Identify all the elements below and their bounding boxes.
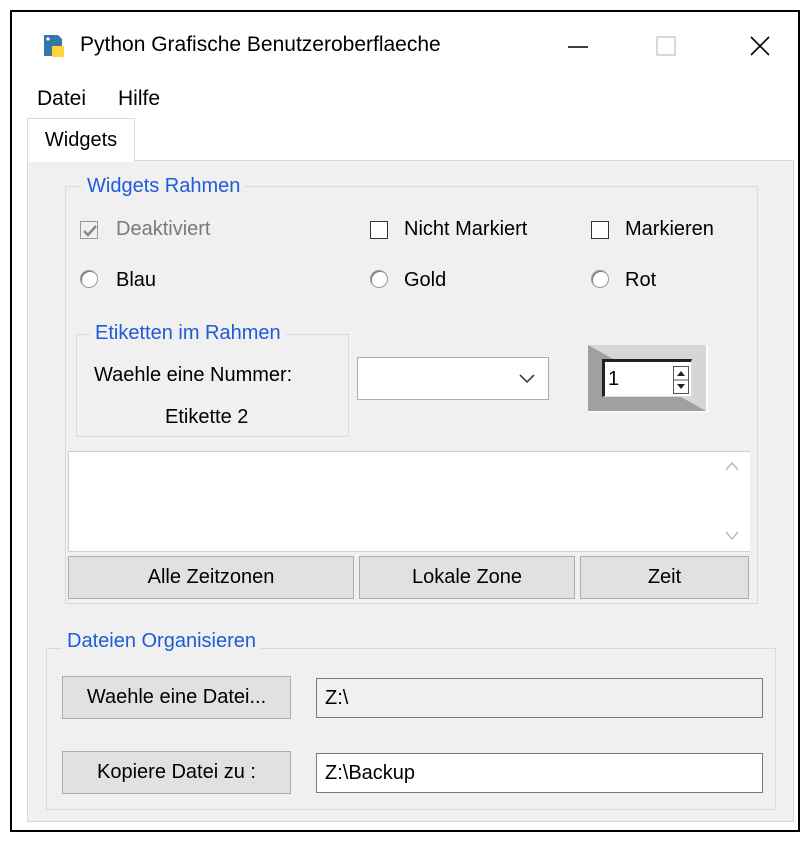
close-button[interactable]	[730, 26, 790, 66]
alle-zeitzonen-button[interactable]: Alle Zeitzonen	[68, 556, 354, 599]
deaktiviert-checkbox[interactable]	[80, 221, 98, 239]
checkmark-icon	[83, 225, 97, 237]
copy-file-button[interactable]: Kopiere Datei zu :	[62, 751, 291, 794]
waehle-nummer-label: Waehle eine Nummer:	[94, 364, 293, 386]
spinbox-frame: 1	[588, 345, 708, 412]
python-app-icon	[40, 32, 68, 60]
labels-frame-legend: Etiketten im Rahmen	[90, 322, 286, 345]
scrolled-text-area[interactable]	[68, 451, 750, 552]
scroll-up-icon[interactable]	[724, 460, 740, 472]
spinbox[interactable]: 1	[602, 359, 692, 397]
radio-rot-label: Rot	[625, 269, 657, 291]
radio-blau[interactable]	[80, 270, 98, 288]
radio-blau-label: Blau	[116, 269, 157, 291]
close-icon	[750, 36, 770, 56]
spin-up-down-icon	[673, 366, 689, 394]
copy-path-field[interactable]: Z:\Backup	[316, 753, 763, 793]
minimize-icon	[568, 46, 588, 48]
chevron-down-icon	[519, 374, 535, 384]
radio-gold-label: Gold	[404, 269, 447, 291]
lokale-zone-button[interactable]: Lokale Zone	[359, 556, 575, 599]
choose-path-field[interactable]: Z:\	[316, 678, 763, 718]
scroll-down-icon[interactable]	[724, 530, 740, 542]
choose-file-button[interactable]: Waehle eine Datei...	[62, 676, 291, 719]
number-combobox[interactable]	[357, 357, 549, 400]
tab-widgets[interactable]: Widgets	[27, 118, 135, 162]
radio-gold[interactable]	[370, 270, 388, 288]
markieren-label: Markieren	[625, 218, 714, 240]
window-title: Python Grafische Benutzeroberflaeche	[80, 33, 441, 56]
deaktiviert-label: Deaktiviert	[116, 218, 211, 240]
vertical-scrollbar[interactable]	[714, 452, 750, 551]
spin-arrows[interactable]	[673, 366, 689, 394]
nicht-markiert-label: Nicht Markiert	[404, 218, 528, 240]
spinbox-value: 1	[608, 368, 620, 390]
maximize-icon	[656, 36, 676, 56]
zeit-button[interactable]: Zeit	[580, 556, 749, 599]
markieren-checkbox[interactable]	[591, 221, 609, 239]
menu-hilfe[interactable]: Hilfe	[118, 87, 160, 111]
maximize-button[interactable]	[636, 26, 696, 66]
files-frame-legend: Dateien Organisieren	[62, 630, 261, 653]
minimize-button[interactable]	[548, 26, 608, 66]
etikette-2-label: Etikette 2	[165, 406, 249, 428]
radio-rot[interactable]	[591, 270, 609, 288]
widgets-frame-legend: Widgets Rahmen	[82, 175, 246, 198]
nicht-markiert-checkbox[interactable]	[370, 221, 388, 239]
menu-datei[interactable]: Datei	[37, 87, 86, 111]
